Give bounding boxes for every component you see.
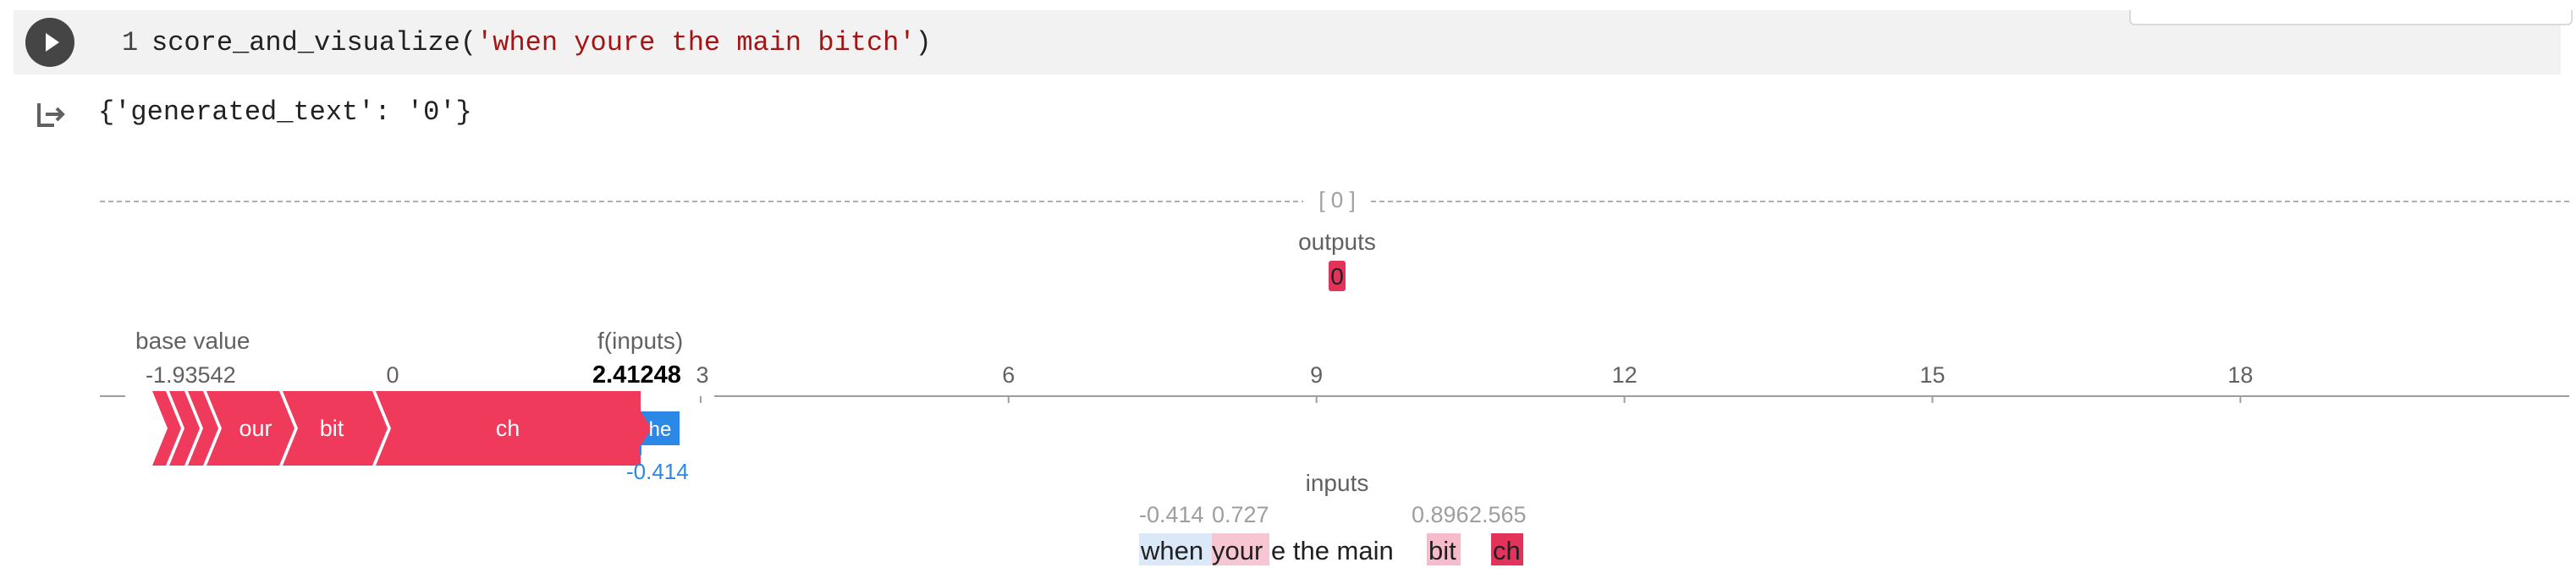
axis-tick-label: 9 xyxy=(1310,362,1323,388)
axis-tick-label: 3 xyxy=(696,362,708,388)
f-inputs-value: 2.41248 xyxy=(592,361,681,389)
token-ch[interactable]: ch xyxy=(1493,536,1521,565)
axis-tick-label: 12 xyxy=(1612,362,1638,388)
f-inputs-label: f(inputs) xyxy=(597,328,683,354)
axis-tick-label: 6 xyxy=(1002,362,1015,388)
token-when[interactable]: when xyxy=(1140,536,1203,565)
axis-tick-label: 0 xyxy=(386,362,399,388)
output-token[interactable]: 0 xyxy=(1330,263,1344,290)
token-bit[interactable]: bit xyxy=(1428,536,1456,565)
axis-tick-label: 15 xyxy=(1919,362,1945,388)
inputs-title: inputs xyxy=(1306,470,1369,496)
outputs-title: outputs xyxy=(1298,229,1376,255)
shap-visualization: [ 0 ] outputs 0 base value -1.93542 f(in… xyxy=(100,187,2569,565)
axis-tick-label: 18 xyxy=(2227,362,2253,388)
segment-label-our: our xyxy=(239,416,272,441)
token-e-the-main[interactable]: e the main xyxy=(1271,536,1394,565)
segment-label-he: he xyxy=(649,418,672,441)
base-value: -1.93542 xyxy=(146,362,236,388)
token-your[interactable]: your xyxy=(1212,536,1263,565)
input-value-ch: 2.565 xyxy=(1469,502,1527,527)
positive-force-bar: our bit ch xyxy=(152,390,641,466)
negative-value: -0.414 xyxy=(626,459,689,484)
segment-label-ch: ch xyxy=(496,416,520,441)
base-value-label: base value xyxy=(135,328,250,354)
input-value-your: 0.727 xyxy=(1212,502,1269,527)
input-value-when: -0.414 xyxy=(1139,502,1204,527)
input-value-bit: 0.896 xyxy=(1412,502,1469,527)
output-class-label: [ 0 ] xyxy=(1318,187,1355,212)
segment-label-bit: bit xyxy=(320,416,344,441)
